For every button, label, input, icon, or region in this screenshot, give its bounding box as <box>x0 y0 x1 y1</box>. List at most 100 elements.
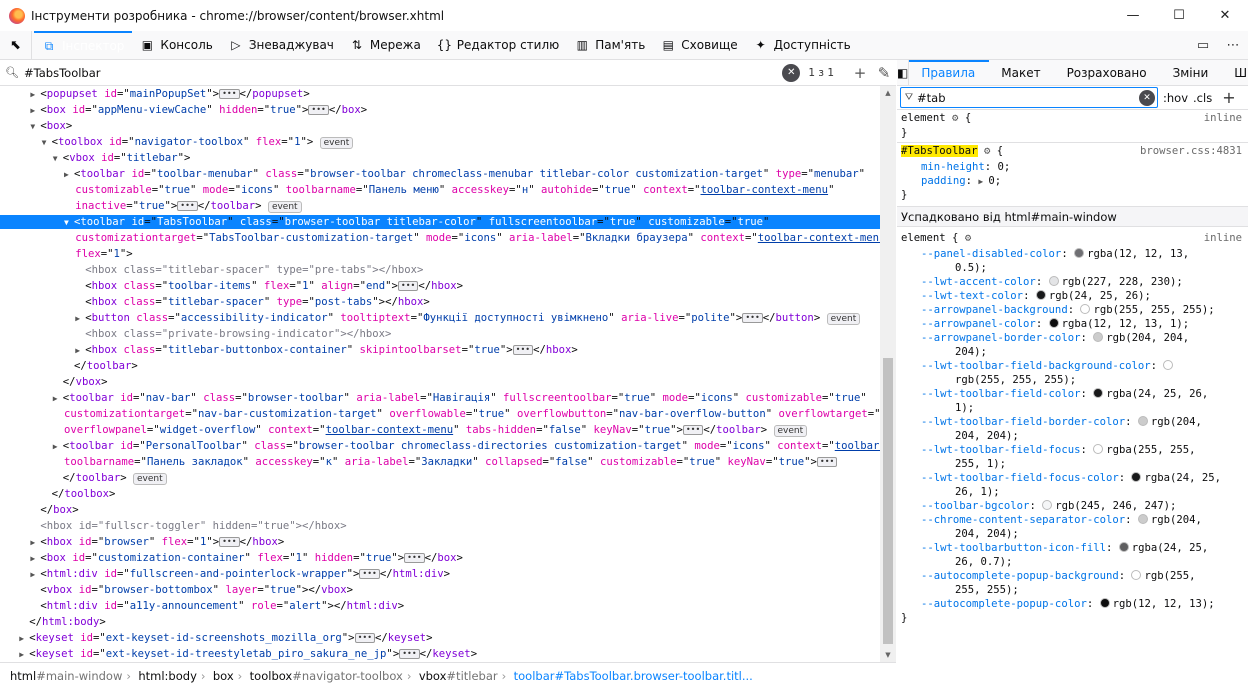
sidebar-tab-2[interactable]: Розраховано <box>1055 60 1161 86</box>
prop-name[interactable]: --arrowpanel-border-color <box>921 332 1080 344</box>
attr-value[interactable]: nav-bar-overflow-button <box>619 408 766 420</box>
css-variable-decl[interactable]: --lwt-toolbarbutton-icon-fill: rgba(24, … <box>921 541 1208 555</box>
prop-value[interactable]: rgb(204, 204, <box>1106 332 1189 344</box>
markup-line[interactable]: ▶ <popupset id="mainPopupSet"> ••• </popups… <box>30 87 309 101</box>
css-variable-decl[interactable]: --lwt-toolbar-field-color: rgba(24, 25, … <box>921 387 1208 401</box>
scroll-up-icon[interactable]: ▲ <box>880 86 896 100</box>
ellipsis-badge[interactable]: ••• <box>404 553 425 563</box>
css-variable-decl[interactable]: --lwt-toolbar-field-focus: rgba(255, 255… <box>921 443 1196 457</box>
expand-arrow-icon[interactable]: ▶ <box>64 168 74 182</box>
prop-name[interactable]: --lwt-toolbar-field-focus-color <box>921 472 1119 484</box>
prop-value[interactable]: rgba(12, 12, 13, <box>1087 248 1189 260</box>
more-options-button[interactable]: ⋯ <box>1218 31 1248 60</box>
dock-options-button[interactable]: ▭ <box>1188 31 1218 60</box>
expand-arrow-icon[interactable]: ▶ <box>53 392 63 406</box>
element-rule-source[interactable]: inline <box>1204 111 1242 125</box>
css-variable-decl[interactable]: --lwt-toolbar-field-background-color: <box>921 359 1176 373</box>
attr-value[interactable]: titlebar-buttonbox-container <box>168 344 347 356</box>
css-variable-decl[interactable]: --autocomplete-popup-color: rgb(12, 12, … <box>921 597 1215 611</box>
expand-arrow-icon[interactable]: ▶ <box>30 552 40 566</box>
markup-line[interactable]: inactive="true"> ••• </toolbar> event <box>75 199 302 213</box>
markup-line[interactable]: customizationtarget="nav-bar-customizati… <box>64 407 880 421</box>
attr-value[interactable]: toolbar- <box>835 440 880 452</box>
decl-padding[interactable]: padding: ▶ 0; <box>921 174 1001 188</box>
color-swatch[interactable] <box>1074 248 1085 258</box>
css-variable-decl[interactable]: --lwt-toolbar-field-border-color: rgb(20… <box>921 415 1202 429</box>
markup-line[interactable]: ▶ <keyset id="ext-keyset-id-treestyletab_… <box>19 647 477 661</box>
attr-value[interactable]: ext-keyset-id-screenshots_mozilla_org <box>106 632 342 644</box>
attr-value[interactable]: fullscr-toggler <box>104 520 200 532</box>
attr-value[interactable]: icons <box>464 232 496 244</box>
color-swatch[interactable] <box>1093 388 1104 398</box>
event-badge[interactable]: event <box>133 473 167 485</box>
expand-arrow-icon[interactable]: ▶ <box>30 536 40 550</box>
prop-name[interactable]: --lwt-toolbar-field-color <box>921 388 1080 400</box>
ellipsis-badge[interactable]: ••• <box>816 457 838 467</box>
attr-value[interactable]: true <box>165 184 191 196</box>
markup-line[interactable]: </box> <box>30 503 78 517</box>
attr-value[interactable]: private-browsing-indicator <box>168 328 334 340</box>
ellipsis-badge[interactable]: ••• <box>219 89 240 99</box>
attr-value[interactable]: toolbar-menubar <box>157 168 253 180</box>
prop-value[interactable]: rgba(24, 25, 26, <box>1106 388 1208 400</box>
ellipsis-badge[interactable]: ••• <box>399 649 420 659</box>
attr-value[interactable]: true <box>689 456 715 468</box>
clear-search-icon[interactable]: ✕ <box>782 63 801 82</box>
close-button[interactable]: ✕ <box>1202 0 1248 31</box>
attr-value[interactable]: true <box>270 584 296 596</box>
tabs-rule-source[interactable]: browser.css:4831 <box>1140 144 1242 158</box>
markup-line[interactable]: <hbox class="toolbar-items" flex="1" ali… <box>75 279 463 293</box>
attr-value[interactable]: browser-bottombox <box>104 584 212 596</box>
attr-value[interactable]: browser-toolbar chromeclass-directories … <box>299 440 682 452</box>
markup-line[interactable]: ▶ <box id="appMenu-viewCache" hidden="tru… <box>30 103 367 117</box>
scrollbar-thumb[interactable] <box>883 358 893 644</box>
prop-value[interactable]: rgb(204, <box>1151 416 1202 428</box>
expand-arrow-icon[interactable]: ▶ <box>19 648 29 662</box>
rules-filter-input[interactable]: ⛛ #tab ✕ <box>900 87 1158 108</box>
sidebar-tab-0[interactable]: Правила <box>909 59 990 86</box>
ellipsis-badge[interactable]: ••• <box>742 313 763 323</box>
tab-style-editor[interactable]: {} Редактор стилю <box>429 31 567 60</box>
attr-value[interactable]: true <box>779 456 805 468</box>
attr-value[interactable]: menubar <box>814 168 859 180</box>
attr-value[interactable]: true <box>139 200 165 212</box>
ellipsis-badge[interactable]: ••• <box>219 537 240 547</box>
attr-value[interactable]: true <box>270 104 296 116</box>
expand-arrow-icon[interactable]: ▶ <box>30 88 40 102</box>
attr-value[interactable]: false <box>555 456 587 468</box>
event-badge[interactable]: event <box>319 137 354 149</box>
attr-value[interactable]: icons <box>701 392 733 404</box>
prop-name[interactable]: --lwt-text-color <box>921 290 1023 302</box>
markup-line[interactable]: ▼ <toolbox id="navigator-toolbox" flex="1… <box>42 135 354 149</box>
css-variable-decl[interactable]: --toolbar-bgcolor: rgb(245, 246, 247); <box>921 499 1176 513</box>
attr-value[interactable]: end <box>366 280 385 292</box>
prop-name[interactable]: --arrowpanel-color <box>921 318 1036 330</box>
attr-value[interactable]: pre-tabs <box>315 264 366 276</box>
breadcrumb-item[interactable]: toolbar#TabsToolbar.browser-toolbar.titl… <box>502 669 759 683</box>
prop-name[interactable]: --lwt-accent-color <box>921 276 1036 288</box>
prop-value[interactable]: 0; <box>998 161 1011 173</box>
attr-value[interactable]: titlebar <box>127 152 178 164</box>
markup-line[interactable]: <hbox class="titlebar-spacer" type="pre-… <box>75 263 423 277</box>
event-badge[interactable]: event <box>267 201 302 213</box>
markup-line[interactable]: customizable="true" mode="icons" toolbar… <box>75 183 834 197</box>
attr-value[interactable]: true <box>645 424 671 436</box>
attr-value[interactable]: browser <box>104 536 149 548</box>
breadcrumb-item[interactable]: toolbox#navigator-toolbox <box>238 669 409 683</box>
attr-value[interactable]: к <box>326 456 332 468</box>
expand-arrow-icon[interactable]: ▶ <box>30 568 40 582</box>
attr-value[interactable]: a11y-announcement <box>130 600 238 612</box>
ellipsis-badge[interactable]: ••• <box>682 425 704 435</box>
prop-name[interactable]: --arrowpanel-background <box>921 304 1068 316</box>
markup-line[interactable]: ▶ <hbox class="titlebar-buttonbox-contain… <box>75 343 578 357</box>
expand-arrow-icon[interactable]: ▶ <box>75 344 85 358</box>
clear-filter-icon[interactable]: ✕ <box>1139 89 1155 106</box>
tab-console[interactable]: ▣ Консоль <box>132 31 220 60</box>
breadcrumb-item[interactable]: html:body <box>126 669 203 683</box>
attr-value[interactable]: post-tabs <box>315 296 372 308</box>
attr-value[interactable]: navigator-toolbox <box>135 136 243 148</box>
attr-value[interactable]: TabsToolbar <box>157 216 227 228</box>
color-swatch[interactable] <box>1131 570 1142 580</box>
attr-value[interactable]: ext-keyset-id-treestyletab_piro_sakura_n… <box>106 648 387 660</box>
markup-line[interactable]: </toolbar> <box>64 359 138 373</box>
